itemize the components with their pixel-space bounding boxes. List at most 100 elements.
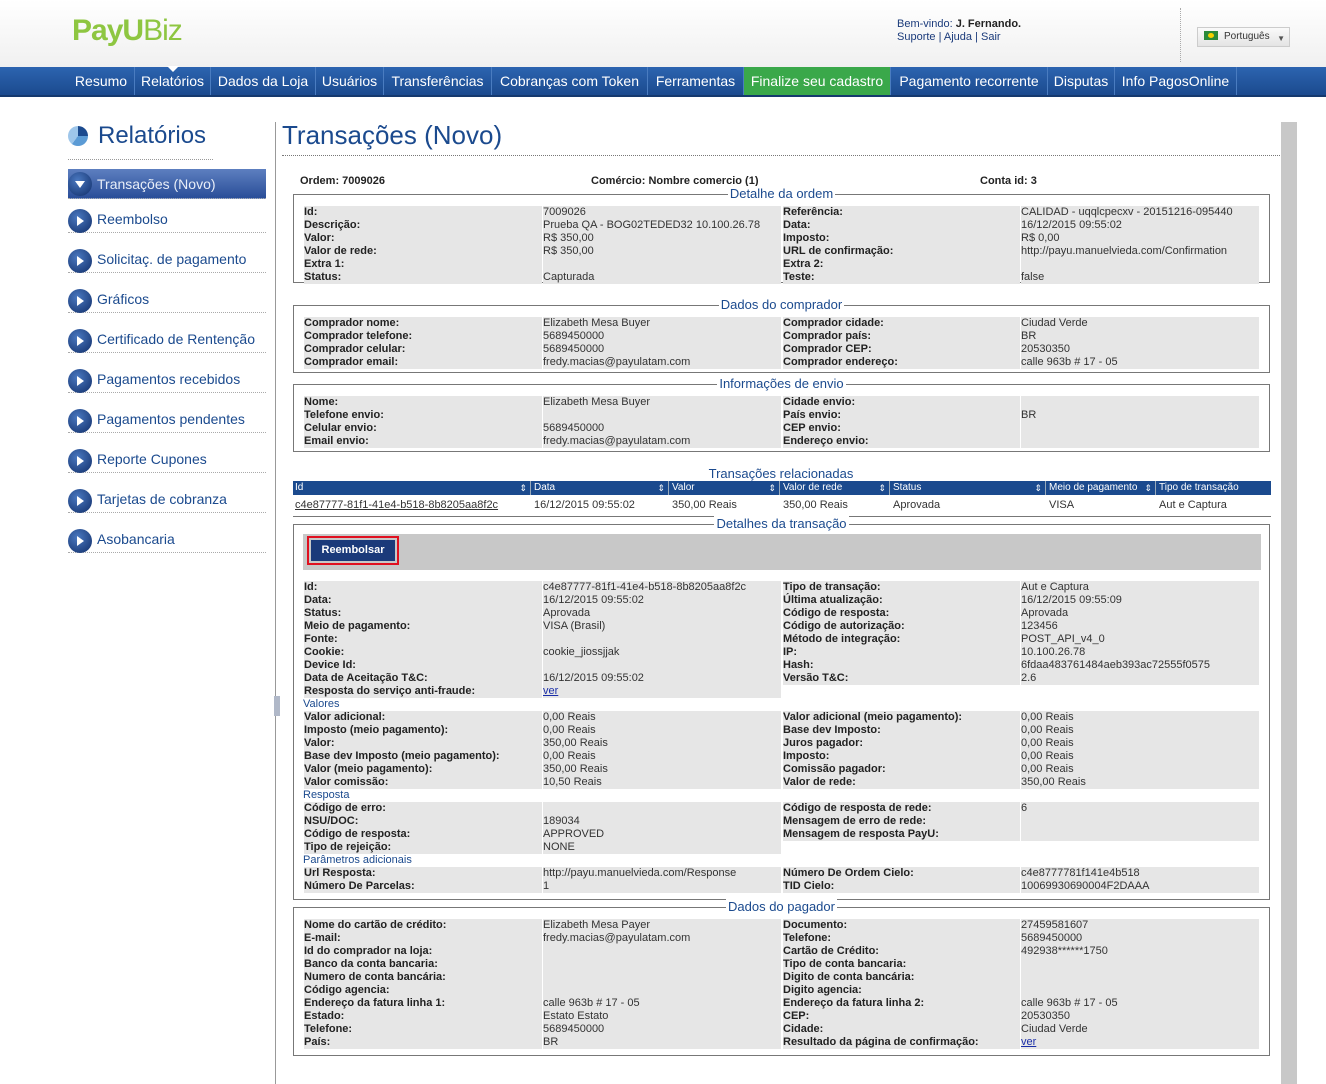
field-label: Última atualização:: [783, 594, 1020, 607]
nav-finalize-cadastro[interactable]: Finalize seu cadastro: [744, 67, 891, 95]
field-label: Imposto:: [783, 750, 1020, 763]
related-tx-id-link[interactable]: c4e87777-81f1-41e4-b518-8b8205aa8f2c: [293, 499, 498, 511]
payu-biz-logo[interactable]: PayUBiz: [72, 14, 183, 48]
sidebar-item-tarjetas[interactable]: Tarjetas de cobranza: [68, 481, 266, 513]
field-label: Nome:: [304, 396, 542, 409]
section-legend: Informações de envio: [717, 376, 846, 391]
sidebar-item-certificado[interactable]: Certificado de Rentenção: [68, 321, 266, 353]
field-label: CEP envio:: [783, 422, 1020, 435]
col-meio-pagamento[interactable]: Meio de pagamento ⇕: [1047, 481, 1156, 495]
detail-row: Fonte: Método de integração: POST_API_v4_0: [294, 633, 1271, 646]
section-legend: Dados do comprador: [718, 297, 845, 312]
field-value: 2.6: [1021, 672, 1259, 685]
field-label: Comprador celular:: [304, 343, 542, 356]
nav-ferramentas[interactable]: Ferramentas: [648, 67, 744, 95]
field-label: País:: [304, 1036, 542, 1049]
field-value: [1021, 984, 1259, 997]
col-data[interactable]: Data ⇕: [532, 481, 669, 495]
field-value: [543, 971, 781, 984]
nav-info-pagosonline[interactable]: Info PagosOnline: [1115, 67, 1237, 95]
detail-row: Comprador email: fredy.macias@payulatam.c…: [294, 356, 1271, 369]
field-value: Elizabeth Mesa Buyer: [543, 396, 781, 409]
sidebar-collapse-handle[interactable]: [274, 696, 280, 716]
field-value[interactable]: ver: [1021, 1036, 1259, 1049]
nav-usuarios[interactable]: Usuários: [316, 67, 384, 95]
related-tx-status: Aprovada: [893, 499, 941, 511]
related-tx-payment-method: VISA: [1049, 499, 1075, 511]
sidebar-item-solicitacao[interactable]: Solicitaç. de pagamento: [68, 241, 266, 273]
detail-row: Telefone: 5689450000 Cidade: Ciudad Verde: [294, 1023, 1271, 1036]
field-value: cookie_jiossjjak: [543, 646, 781, 659]
field-label: Endereço da fatura linha 1:: [304, 997, 542, 1010]
nav-pagamento-recorrente[interactable]: Pagamento recorrente: [891, 67, 1048, 95]
field-value: NONE: [543, 841, 781, 854]
field-label: URL de confirmação:: [783, 245, 1020, 258]
sidebar-item-label: Reembolso: [97, 211, 168, 227]
field-value: [1021, 422, 1259, 435]
related-transactions-table: Id ⇕ Data ⇕ Valor ⇕ Valor de rede ⇕ Status ⇕ …: [293, 481, 1271, 517]
field-value: 492938******1750: [1021, 945, 1259, 958]
field-value: Capturada: [543, 271, 781, 284]
sidebar-item-pagamentos-recebidos[interactable]: Pagamentos recebidos: [68, 361, 266, 393]
support-link[interactable]: Suporte: [897, 31, 936, 43]
field-value: [543, 958, 781, 971]
brazil-flag-icon: [1204, 31, 1218, 40]
col-tipo-transacao[interactable]: Tipo de transação: [1157, 481, 1271, 495]
antifraud-link[interactable]: ver: [543, 685, 781, 698]
sidebar-item-reembolso[interactable]: Reembolso: [68, 201, 266, 233]
field-value: 16/12/2015 09:55:09: [1021, 594, 1259, 607]
related-tx-value: 350,00 Reais: [672, 499, 737, 511]
col-valor[interactable]: Valor ⇕: [670, 481, 780, 495]
logout-link[interactable]: Sair: [981, 31, 1001, 43]
sidebar-item-label: Reporte Cupones: [97, 451, 207, 467]
field-label: Data:: [304, 594, 542, 607]
detail-row: Id do comprador na loja: Cartão de Crédit…: [294, 945, 1271, 958]
transaction-details-section: Detalhes da transação Reembolsar Id: c4e8…: [293, 516, 1271, 900]
field-label: Cartão de Crédito:: [783, 945, 1020, 958]
sidebar-item-graficos[interactable]: Gráficos: [68, 281, 266, 313]
detail-row: Id: c4e87777-81f1-41e4-b518-8b8205aa8f2c T…: [294, 581, 1271, 594]
field-label: Numero de conta bancária:: [304, 971, 542, 984]
field-value: 350,00 Reais: [543, 763, 781, 776]
field-value: 5689450000: [543, 343, 781, 356]
refund-button[interactable]: Reembolsar: [307, 536, 399, 565]
nav-cobrancas-token[interactable]: Cobranças com Token: [492, 67, 648, 95]
chevron-down-icon: ▼: [1277, 34, 1285, 43]
help-link[interactable]: Ajuda: [944, 31, 972, 43]
detail-row: Nome: Elizabeth Mesa Buyer Cidade envio:: [294, 396, 1271, 409]
nav-disputas[interactable]: Disputas: [1048, 67, 1115, 95]
field-value: 0,00 Reais: [543, 711, 781, 724]
chevron-right-icon: [68, 369, 92, 393]
header-divider: [1180, 8, 1181, 62]
nav-transferencias[interactable]: Transferências: [384, 67, 492, 95]
field-value: 1: [543, 880, 781, 893]
detail-row: Endereço da fatura linha 1: calle 963b # …: [294, 997, 1271, 1010]
sidebar-item-transacoes[interactable]: Transações (Novo): [68, 169, 266, 199]
col-valor-rede[interactable]: Valor de rede ⇕: [781, 481, 890, 495]
field-label: Número De Ordem Cielo:: [783, 867, 1020, 880]
language-select[interactable]: Português ▼: [1197, 27, 1290, 47]
field-label: Código de resposta de rede:: [783, 802, 1020, 815]
col-status[interactable]: Status ⇕: [891, 481, 1046, 495]
sidebar-item-reporte-cupones[interactable]: Reporte Cupones: [68, 441, 266, 473]
nav-resumo[interactable]: Resumo: [68, 67, 135, 95]
column-label: Id: [295, 482, 304, 493]
field-value: APPROVED: [543, 828, 781, 841]
field-label: Fonte:: [304, 633, 542, 646]
sidebar-item-label: Transações (Novo): [97, 176, 216, 192]
sidebar-item-pagamentos-pendentes[interactable]: Pagamentos pendentes: [68, 401, 266, 433]
scrollbar[interactable]: [1281, 122, 1297, 1084]
field-label: Telefone:: [783, 932, 1020, 945]
nav-dados-loja[interactable]: Dados da Loja: [211, 67, 316, 95]
field-label: Base dev Imposto (meio pagamento):: [304, 750, 542, 763]
sidebar-item-asobancaria[interactable]: Asobancaria: [68, 521, 266, 553]
field-label: Mensagem de erro de rede:: [783, 815, 1020, 828]
field-label: Data:: [783, 219, 1020, 232]
field-label: Cidade:: [783, 1023, 1020, 1036]
related-tx-date: 16/12/2015 09:55:02: [534, 499, 635, 511]
field-label: Comprador telefone:: [304, 330, 542, 343]
detail-row: Base dev Imposto (meio pagamento): 0,00 R…: [294, 750, 1271, 763]
field-label: Meio de pagamento:: [304, 620, 542, 633]
col-id[interactable]: Id ⇕: [293, 481, 531, 495]
detail-row: Meio de pagamento: VISA (Brasil) Código de…: [294, 620, 1271, 633]
